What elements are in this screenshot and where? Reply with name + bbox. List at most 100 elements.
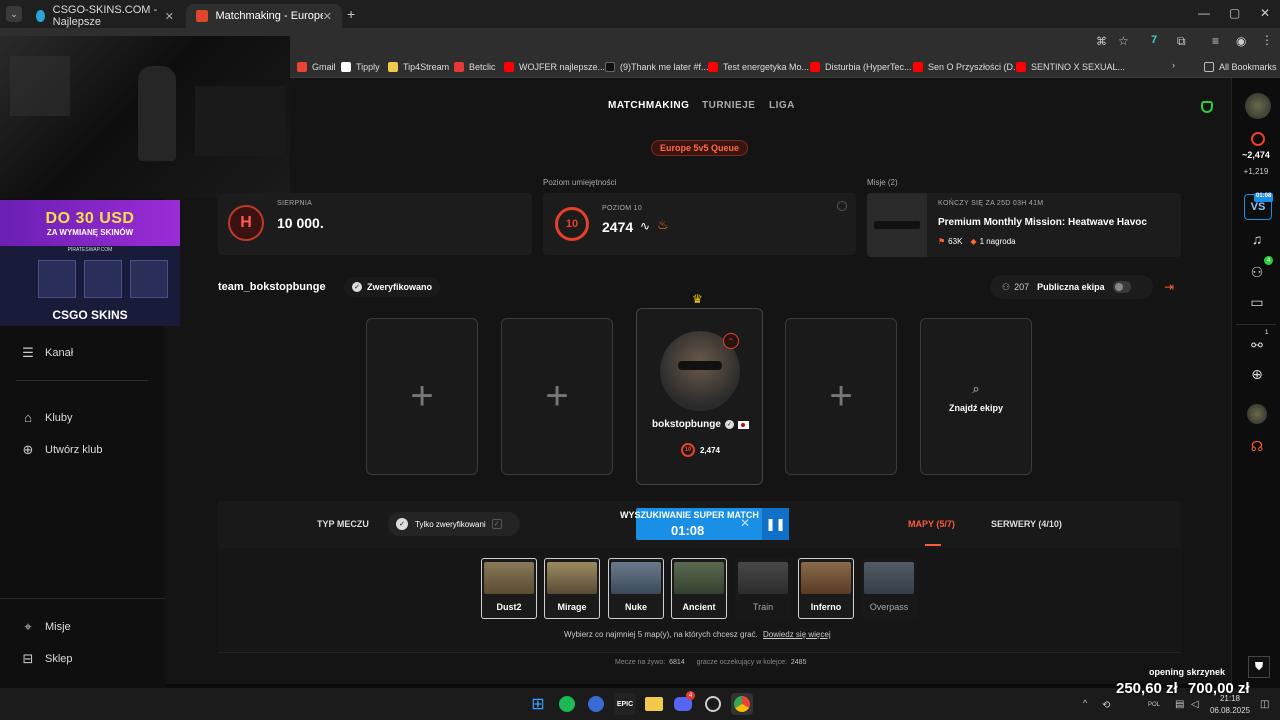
folder-icon: [1204, 62, 1214, 72]
map-overpass[interactable]: Overpass: [861, 558, 917, 619]
tiktok-icon: [605, 62, 615, 72]
plus-circle-icon[interactable]: ⊕: [1247, 364, 1267, 384]
close-icon[interactable]: ✕: [323, 10, 332, 23]
bookmark-gmail[interactable]: Gmail: [297, 58, 336, 76]
sidebar-item-misje[interactable]: ⌖ Misje: [20, 619, 70, 635]
skill-level-card[interactable]: 10 POZIOM 10 2474 ∿ ♨: [543, 193, 856, 255]
map-mirage[interactable]: Mirage: [544, 558, 600, 619]
language-indicator[interactable]: POL: [1148, 702, 1160, 708]
nav-turnieje[interactable]: TURNIEJE: [702, 100, 755, 111]
sunglasses-shape: [678, 361, 722, 370]
minimize-icon[interactable]: —: [1198, 6, 1210, 20]
nav-matchmaking[interactable]: MATCHMAKING: [608, 100, 689, 111]
checkbox[interactable]: ✓: [491, 519, 502, 529]
map-nuke[interactable]: Nuke: [608, 558, 664, 619]
youtube-icon: [708, 62, 718, 72]
diamond-icon: ◆: [970, 237, 977, 246]
find-team-slot[interactable]: ⌕ Znajdź ekipy: [920, 318, 1032, 475]
bookmark-wojfer[interactable]: WOJFER najlepsze...: [504, 58, 605, 76]
empty-slot[interactable]: +: [501, 318, 613, 475]
player-card[interactable]: ⌃ bokstopbunge ✓ 10 2,474: [636, 308, 763, 485]
tab-maps[interactable]: MAPY (5/7): [908, 519, 955, 529]
bell-icon[interactable]: ♫: [1247, 229, 1267, 249]
app-icon[interactable]: [705, 696, 721, 712]
new-tab-icon[interactable]: +: [347, 6, 355, 22]
sidebar-item-utworz-klub[interactable]: ⊕ Utwórz klub: [20, 442, 103, 458]
missions-icon: ⌖: [24, 619, 32, 634]
leave-icon[interactable]: ⇥: [1164, 280, 1174, 294]
map-ancient[interactable]: Ancient: [671, 558, 727, 619]
csgo-skins-ad[interactable]: PIRATESWAP.COM CSGO SKINS: [0, 246, 180, 326]
all-bookmarks[interactable]: All Bookmarks: [1204, 58, 1277, 76]
chevron-right-icon[interactable]: ›: [1172, 60, 1175, 70]
close-icon[interactable]: ✕: [165, 10, 174, 23]
overlay-amount-1: 250,60 zł: [1116, 680, 1178, 697]
puzzle-icon[interactable]: ⧉: [1177, 34, 1186, 49]
sidebar-item-kanal[interactable]: ☰ Kanał: [20, 345, 73, 361]
party-member-avatar[interactable]: [1247, 404, 1267, 424]
tab-matchmaking[interactable]: Matchmaking - Europe 5v5 Que ✕: [186, 4, 342, 28]
mission-reward: 1 nagroda: [979, 237, 1016, 246]
headset-icon[interactable]: ☊: [1247, 436, 1267, 456]
search-icon: ⌕: [972, 380, 980, 396]
toggle-switch[interactable]: [1112, 281, 1131, 293]
map-train[interactable]: Train: [735, 558, 791, 619]
chrome-icon[interactable]: [734, 696, 750, 712]
chevron-up-icon[interactable]: ^: [1083, 698, 1087, 708]
map-inferno[interactable]: Inferno: [798, 558, 854, 619]
folder-icon[interactable]: [645, 697, 663, 711]
profile-icon[interactable]: ◉: [1236, 34, 1246, 48]
user-avatar[interactable]: [1245, 93, 1271, 119]
info-icon[interactable]: [837, 201, 847, 211]
public-team-toggle[interactable]: ⚇ 207 Publiczna ekipa: [990, 275, 1153, 299]
extension-icon[interactable]: 7: [1151, 34, 1157, 46]
empty-slot[interactable]: +: [366, 318, 478, 475]
tab-servers[interactable]: SERWERY (4/10): [991, 519, 1062, 529]
sidebar-item-sklep[interactable]: ⊟ Sklep: [20, 651, 73, 667]
bookmark-sen[interactable]: Sen O Przyszłości (D...: [913, 58, 1021, 76]
star-icon[interactable]: ☆: [1118, 34, 1129, 48]
bookmark-tipply[interactable]: Tipply: [341, 58, 380, 76]
promo-banner[interactable]: DO 30 USD ZA WYMIANĘ SKINÓW: [0, 200, 180, 246]
chat-icon[interactable]: ▭: [1247, 292, 1267, 312]
translate-icon[interactable]: ⌘: [1096, 35, 1107, 48]
verified-icon: ✓: [724, 420, 734, 429]
notification-icon[interactable]: ◫: [1260, 699, 1269, 710]
points-value: 10 000.: [277, 215, 324, 231]
bookmark-sentino[interactable]: SENTINO X SEXUAL...: [1016, 58, 1125, 76]
level-label: POZIOM 10: [602, 205, 643, 212]
bookmark-betclic[interactable]: Betclic: [454, 58, 496, 76]
network-icon[interactable]: ▤: [1175, 699, 1184, 710]
start-icon[interactable]: ⊞: [527, 693, 549, 715]
shield-icon[interactable]: [1201, 101, 1213, 113]
mission-card[interactable]: KOŃCZY SIĘ ZA 25D 03H 41M Premium Monthl…: [867, 193, 1181, 257]
verified-only-filter[interactable]: ✓ Tylko zweryfikowani ✓: [388, 512, 520, 536]
bookmark-test[interactable]: Test energetyka Mo...: [708, 58, 809, 76]
spotify-icon[interactable]: [559, 696, 575, 712]
bookmark-tiktok[interactable]: (9)Thank me later #f...: [605, 58, 709, 76]
volume-icon[interactable]: ◁: [1191, 699, 1199, 710]
elo-value: 2474: [602, 219, 634, 235]
mission-countdown: KOŃCZY SIĘ ZA 25D 03H 41M: [938, 200, 1044, 207]
queue-stats: Mecze na żywo: 6814 gracze oczekujący w …: [615, 659, 807, 666]
epic-games-icon[interactable]: EPIC: [614, 693, 636, 715]
points-card[interactable]: H SIERPNIA 10 000.: [218, 193, 532, 255]
bookmark-tip4stream[interactable]: Tip4Stream: [388, 58, 449, 76]
close-window-icon[interactable]: ✕: [1260, 6, 1270, 20]
sidebar-item-kluby[interactable]: ⌂ Kluby: [20, 410, 72, 425]
maximize-icon[interactable]: ▢: [1229, 6, 1240, 20]
tab-csgo-skins[interactable]: CSGO-SKINS.COM - Najlepsze ✕: [26, 4, 184, 28]
pause-button[interactable]: ❚❚: [762, 508, 789, 540]
nav-liga[interactable]: LIGA: [769, 100, 795, 111]
bookmark-disturbia[interactable]: Disturbia (HyperTec...: [810, 58, 912, 76]
pause-icon: ❚❚: [765, 517, 786, 531]
media-icon[interactable]: ≡: [1212, 34, 1219, 48]
menu-icon[interactable]: ⋮: [1261, 33, 1273, 47]
empty-slot[interactable]: +: [785, 318, 897, 475]
app-icon[interactable]: [588, 696, 604, 712]
tab-search-icon[interactable]: ⌄: [6, 6, 22, 22]
map-dust2[interactable]: Dust2: [481, 558, 537, 619]
learn-more-link[interactable]: Dowiedz się więcej: [763, 630, 831, 639]
party-icon[interactable]: ⚯: [1247, 335, 1267, 355]
friends-icon[interactable]: ⚇: [1247, 262, 1267, 282]
